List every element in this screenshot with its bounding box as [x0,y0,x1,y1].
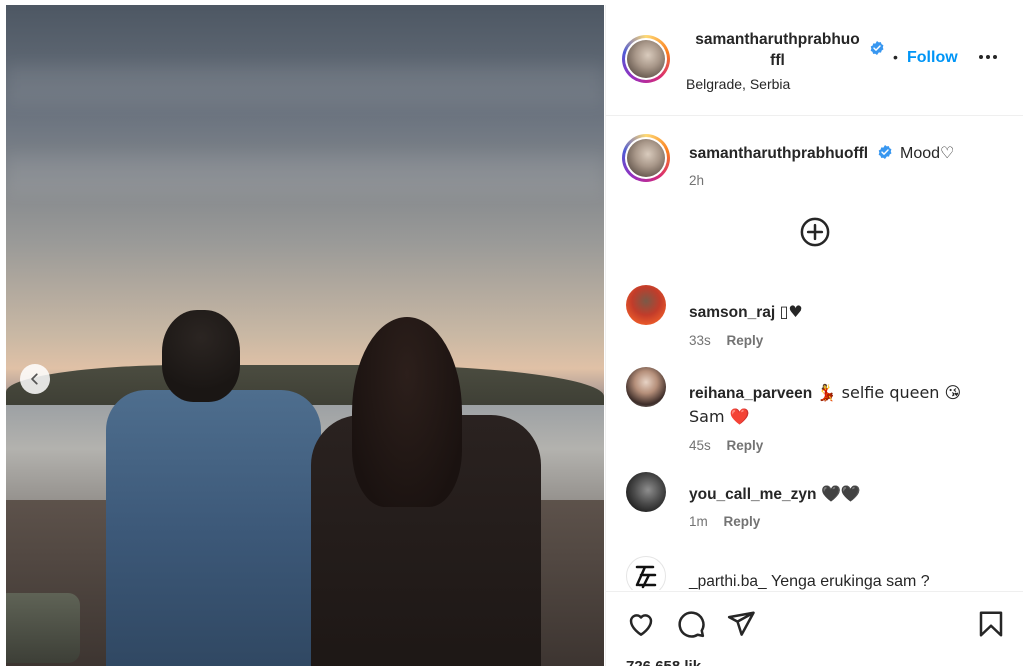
comment-line: you_call_me_zyn 🖤🖤 [689,482,999,506]
sky [6,65,604,105]
comment-username[interactable]: _parthi.ba_ [689,573,767,590]
comment-meta: 45s Reply [689,438,763,453]
verified-badge-icon [870,41,884,55]
comment-timestamp[interactable]: 1m [689,514,708,529]
caption-line: samantharuthprabhuoffl Mood♡ [689,143,954,163]
follow-button[interactable]: Follow [907,49,958,67]
heart-icon[interactable] [626,609,656,639]
post-actions-bar: 726,658 lik [606,591,1023,666]
logo-icon [635,565,657,589]
commenter-avatar[interactable] [626,367,666,407]
bookmark-icon[interactable] [976,609,1006,639]
comment-line: _parthi.ba_ Yenga erukinga sam ? [689,570,999,590]
comment-meta: 1m Reply [689,514,760,529]
comment-username[interactable]: you_call_me_zyn [689,486,817,503]
man-figure [106,390,321,666]
comment-text: 🖤🖤 [820,484,861,503]
comment-text-continued: Sam ❤️ [689,407,750,426]
comment-line: reihana_parveen 💃 selfie queen 😘 Sam ❤️ [689,381,999,429]
reply-button[interactable]: Reply [724,514,761,529]
verified-badge-icon [878,145,892,160]
caption-timestamp[interactable]: 2h [689,173,704,188]
post-photo[interactable] [6,5,604,666]
commenter-avatar[interactable] [626,556,666,590]
commenter-avatar[interactable] [626,285,666,325]
comments-list[interactable]: samantharuthprabhuoffl Mood♡ 2h samson_r… [606,117,1023,590]
comment-text: Yenga erukinga sam ? [771,573,930,590]
previous-image-button[interactable] [20,364,50,394]
comment-icon[interactable] [676,609,706,639]
separator-dot: • [893,49,898,65]
bucket [6,593,80,663]
author-username[interactable]: samantharuthprabhuo ffl [686,29,869,71]
post-side-panel: samantharuthprabhuo ffl • Follow Belgrad… [605,5,1023,666]
comment-timestamp[interactable]: 33s [689,333,711,348]
comment-line: samson_raj ▯♥ [689,300,999,324]
post-location[interactable]: Belgrade, Serbia [686,76,790,92]
post-header: samantharuthprabhuo ffl • Follow Belgrad… [606,5,1023,116]
comment-text: ▯♥ [779,302,803,321]
author-avatar[interactable] [622,35,670,83]
caption-text: Mood♡ [900,145,955,162]
plus-circle-icon[interactable] [800,217,830,247]
woman-hair [352,317,462,507]
man-head [162,310,240,402]
comment-username[interactable]: samson_raj [689,304,775,321]
caption-username[interactable]: samantharuthprabhuoffl [689,145,868,162]
comment-username[interactable]: reihana_parveen [689,385,812,402]
reply-button[interactable]: Reply [727,333,764,348]
comment-meta: 33s Reply [689,333,763,348]
sky [6,155,604,195]
comment-timestamp[interactable]: 45s [689,438,711,453]
likes-count[interactable]: 726,658 lik [626,658,701,666]
caption-avatar[interactable] [622,134,670,182]
more-horizontal-icon[interactable] [976,45,1000,69]
comment-text: 💃 selfie queen 😘 [816,383,962,402]
chevron-left-icon [31,373,38,385]
send-icon[interactable] [726,609,756,639]
reply-button[interactable]: Reply [727,438,764,453]
commenter-avatar[interactable] [626,472,666,512]
